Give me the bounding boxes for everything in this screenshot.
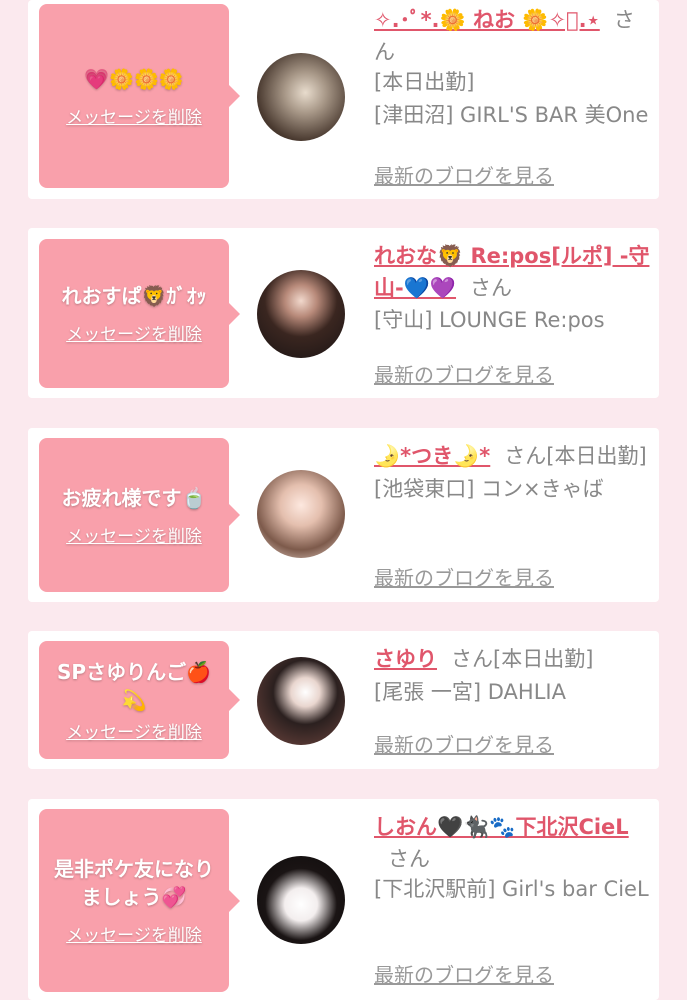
status: [本日出勤] <box>546 444 647 468</box>
sender-info: れおな🦁 Re:pos[ルポ] -守山-💙💜 さん [守山] LOUNGE Re:… <box>374 240 652 337</box>
avatar[interactable] <box>257 856 345 944</box>
sender-name-link[interactable]: しおん🖤🐈‍⬛🐾下北沢CieL <box>374 815 629 839</box>
message-bubble: お疲れ様です🍵 メッセージを削除 <box>39 438 240 592</box>
sender-info: しおん🖤🐈‍⬛🐾下北沢CieL さん [下北沢駅前] Girl's bar Cie… <box>374 811 652 906</box>
message-bubble: 💗🌼🌼🌼 メッセージを削除 <box>39 4 240 188</box>
delete-message-link[interactable]: メッセージを削除 <box>66 103 202 128</box>
delete-message-link[interactable]: メッセージを削除 <box>66 320 202 345</box>
latest-blog-link[interactable]: 最新のブログを見る <box>374 959 554 988</box>
shop-info: [池袋東口] コン×きゃば <box>374 477 604 501</box>
avatar[interactable] <box>257 657 345 745</box>
message-text: SPさゆりんご🍎💫 <box>57 659 211 712</box>
shop-info: [守山] LOUNGE Re:pos <box>374 308 605 332</box>
avatar[interactable] <box>257 270 345 358</box>
delete-message-link[interactable]: メッセージを削除 <box>66 921 202 946</box>
message-card: お疲れ様です🍵 メッセージを削除 🌛*つき🌛* さん[本日出勤] [池袋東口] コ… <box>28 428 659 602</box>
delete-message-link[interactable]: メッセージを削除 <box>66 522 202 547</box>
honorific: さん <box>470 276 513 300</box>
message-text: 是非ポケ友になりましょう💞 <box>54 857 214 909</box>
message-bubble: れおすぱ🦁ｶﾞｵｯ メッセージを削除 <box>39 239 240 388</box>
honorific: さん <box>388 847 430 871</box>
sender-info: ✧.･ﾟ*.🌼 ねお 🌼✧ﾟ.⋆ さん [本日出勤] [津田沼] GIRL'S B… <box>374 4 652 132</box>
sender-info: 🌛*つき🌛* さん[本日出勤] [池袋東口] コン×きゃば <box>374 440 652 506</box>
shop-info: [津田沼] GIRL'S BAR 美One <box>374 103 649 127</box>
message-text: お疲れ様です🍵 <box>61 485 207 510</box>
message-bubble: SPさゆりんご🍎💫 メッセージを削除 <box>39 641 240 759</box>
message-text: 💗🌼🌼🌼 <box>84 66 184 91</box>
shop-info: [尾張 一宮] DAHLIA <box>374 680 566 704</box>
message-text: れおすぱ🦁ｶﾞｵｯ <box>61 284 207 308</box>
latest-blog-link[interactable]: 最新のブログを見る <box>374 160 554 189</box>
sender-name-link[interactable]: 🌛*つき🌛* <box>374 444 490 468</box>
message-card: れおすぱ🦁ｶﾞｵｯ メッセージを削除 れおな🦁 Re:pos[ルポ] -守山-💙… <box>28 228 659 398</box>
message-card: SPさゆりんご🍎💫 メッセージを削除 さゆり さん[本日出勤] [尾張 一宮] D… <box>28 631 659 769</box>
sender-name-link[interactable]: さゆり <box>374 647 437 671</box>
latest-blog-link[interactable]: 最新のブログを見る <box>374 729 554 758</box>
status: [本日出勤] <box>493 647 594 671</box>
avatar[interactable] <box>257 470 345 558</box>
honorific: さん <box>451 647 493 671</box>
message-card: 是非ポケ友になりましょう💞 メッセージを削除 しおん🖤🐈‍⬛🐾下北沢CieL さん… <box>28 799 659 1000</box>
shop-info: [下北沢駅前] Girl's bar CieL <box>374 877 649 901</box>
honorific: さん <box>504 444 547 468</box>
message-card: 💗🌼🌼🌼 メッセージを削除 ✧.･ﾟ*.🌼 ねお 🌼✧ﾟ.⋆ さん [本日出勤] … <box>28 0 659 199</box>
message-bubble: 是非ポケ友になりましょう💞 メッセージを削除 <box>39 809 240 992</box>
delete-message-link[interactable]: メッセージを削除 <box>66 718 202 743</box>
sender-name-link[interactable]: ✧.･ﾟ*.🌼 ねお 🌼✧ﾟ.⋆ <box>374 8 600 32</box>
avatar[interactable] <box>257 53 345 141</box>
latest-blog-link[interactable]: 最新のブログを見る <box>374 359 554 388</box>
status: [本日出勤] <box>374 70 475 94</box>
sender-info: さゆり さん[本日出勤] [尾張 一宮] DAHLIA <box>374 643 652 709</box>
latest-blog-link[interactable]: 最新のブログを見る <box>374 562 554 591</box>
